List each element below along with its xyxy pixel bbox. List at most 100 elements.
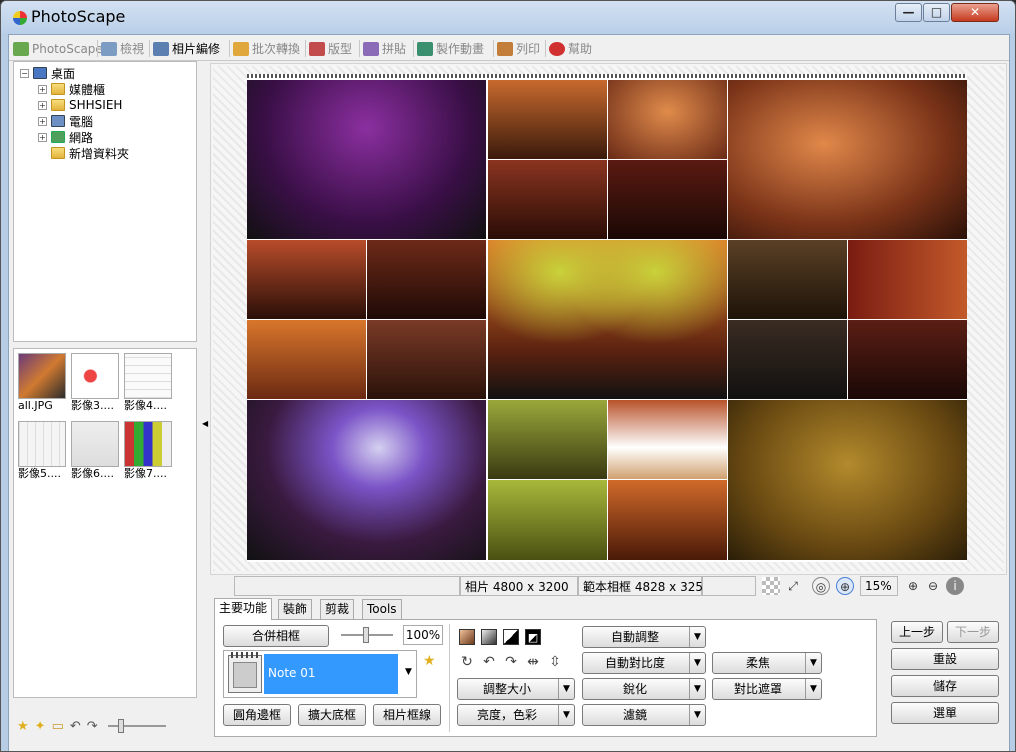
resize-dropdown[interactable]: 調整大小 ▼ xyxy=(457,678,575,700)
grayscale-icon[interactable] xyxy=(481,629,497,645)
round-corner-button[interactable]: 圓角邊框 xyxy=(223,704,291,726)
thumbnail-item[interactable]: 影像7.... xyxy=(124,421,174,483)
auto-contrast-dropdown[interactable]: 自動對比度 ▼ xyxy=(582,652,706,674)
expand-icon[interactable]: + xyxy=(38,100,47,110)
tab-animated-gif[interactable]: 製作動畫 xyxy=(417,38,484,59)
thumbnail-item[interactable]: all.JPG xyxy=(18,353,68,415)
chevron-down-icon: ▼ xyxy=(805,653,821,673)
soften-dropdown[interactable]: 柔焦 ▼ xyxy=(712,652,822,674)
thumbnail-item[interactable]: 影像5.... xyxy=(18,421,68,483)
brightness-color-dropdown[interactable]: 亮度，色彩 ▼ xyxy=(457,704,575,726)
collapse-arrow-icon[interactable]: ◀ xyxy=(202,419,208,428)
redo-icon[interactable]: ↷ xyxy=(87,719,98,734)
tab-combine[interactable]: 拼貼 xyxy=(363,38,406,59)
expand-icon[interactable]: + xyxy=(38,84,47,94)
tree-item-computer[interactable]: + 電腦 xyxy=(38,113,93,129)
soften-label: 柔焦 xyxy=(745,656,770,670)
subtab-home[interactable]: 主要功能 xyxy=(214,598,273,620)
network-icon xyxy=(51,131,65,143)
subtab-object[interactable]: 裝飾 xyxy=(278,599,313,619)
star-icon[interactable]: ★ xyxy=(17,719,29,734)
frame-size-slider[interactable] xyxy=(341,627,393,643)
rotate-options-icon[interactable]: ↻ xyxy=(459,654,475,670)
photo-frame-line-button[interactable]: 相片框線 xyxy=(373,704,441,726)
black-white-icon[interactable] xyxy=(503,629,519,645)
flip-vertical-icon[interactable]: ⇳ xyxy=(547,654,563,670)
save-button[interactable]: 儲存 xyxy=(891,675,999,697)
tree-item-label: 網路 xyxy=(69,130,94,145)
chevron-down-icon: ▼ xyxy=(558,679,574,699)
maximize-button[interactable]: □ xyxy=(923,3,950,22)
note-frame-spiral xyxy=(247,74,967,78)
undo-icon[interactable]: ↶ xyxy=(70,719,81,734)
sepia-icon[interactable] xyxy=(459,629,475,645)
photo-size: 相片 4800 x 3200 xyxy=(460,576,578,596)
undo-button[interactable]: 上一步 xyxy=(891,621,943,643)
tree-item-library[interactable]: + 媒體櫃 xyxy=(38,81,105,97)
checker-background-icon[interactable] xyxy=(762,577,780,595)
tree-item-new-folder[interactable]: 新增資料夾 xyxy=(51,145,129,161)
tab-label: 拼貼 xyxy=(382,42,407,56)
thumbnail-item[interactable]: 影像4.... xyxy=(124,353,174,415)
fit-screen-icon[interactable]: ⤢ xyxy=(784,577,802,595)
tab-editor[interactable]: 相片編修 xyxy=(153,38,220,59)
contrast-mask-dropdown[interactable]: 對比遮罩 ▼ xyxy=(712,678,822,700)
thumbnail-image xyxy=(71,353,119,399)
frame-selector[interactable]: Note 01 ▼ xyxy=(223,650,417,698)
favorite-star-icon[interactable]: ★ xyxy=(423,653,436,669)
reset-button[interactable]: 重設 xyxy=(891,648,999,670)
zoom-in-icon[interactable]: ⊕ xyxy=(904,577,922,595)
tree-root[interactable]: − 桌面 xyxy=(20,65,75,81)
sharpen-dropdown[interactable]: 銳化 ▼ xyxy=(582,678,706,700)
menu-button[interactable]: 選單 xyxy=(891,702,999,724)
redo-button[interactable]: 下一步 xyxy=(947,621,999,643)
filter-dropdown[interactable]: 濾鏡 ▼ xyxy=(582,704,706,726)
tab-print[interactable]: 列印 xyxy=(497,38,540,59)
collage-image[interactable] xyxy=(247,80,967,560)
auto-level-label: 自動調整 xyxy=(610,630,659,644)
chevron-down-icon[interactable]: ▼ xyxy=(405,667,412,677)
tree-item-network[interactable]: + 網路 xyxy=(38,129,93,145)
pane-splitter[interactable]: ◀ xyxy=(202,61,210,751)
canvas-area[interactable] xyxy=(210,63,1007,575)
minimize-button[interactable]: — xyxy=(895,3,922,22)
expand-icon[interactable]: + xyxy=(38,116,47,126)
close-button[interactable]: ✕ xyxy=(951,3,999,22)
thumbnail-item[interactable]: 影像6.... xyxy=(71,421,121,483)
home-panel: 合併相框 100% Note 01 ▼ ★ 圓角邊框 擴大底框 相片框線 ◩ ↻… xyxy=(214,619,877,737)
tab-help[interactable]: 幫助 xyxy=(549,38,592,59)
tree-item-label: 媒體櫃 xyxy=(69,82,106,97)
tab-page[interactable]: 版型 xyxy=(309,38,352,59)
expand-border-button[interactable]: 擴大底框 xyxy=(298,704,366,726)
edit-panel: 主要功能 裝飾 剪裁 Tools 合併相框 100% Note 01 ▼ ★ 圓… xyxy=(210,598,1007,751)
flip-horizontal-icon[interactable]: ⇹ xyxy=(525,654,541,670)
rotate-right-icon[interactable]: ↷ xyxy=(503,654,519,670)
collapse-icon[interactable]: − xyxy=(20,68,29,78)
auto-level-dropdown[interactable]: 自動調整 ▼ xyxy=(582,626,706,648)
frame-percent[interactable]: 100% xyxy=(403,625,443,645)
thumbnail-item[interactable]: 影像3.... xyxy=(71,353,121,415)
folder-tree: − 桌面 + 媒體櫃 + SHHSIEH + 電腦 + 網路 新增資料夾 xyxy=(13,61,197,342)
expand-icon[interactable]: + xyxy=(38,132,47,142)
tree-item-user[interactable]: + SHHSIEH xyxy=(38,97,122,113)
zoom-out-icon[interactable]: ⊖ xyxy=(924,577,942,595)
merge-frame-button[interactable]: 合併相框 xyxy=(223,625,329,647)
info-icon[interactable]: i xyxy=(946,577,964,595)
subtab-tools[interactable]: Tools xyxy=(362,599,402,619)
subtab-crop[interactable]: 剪裁 xyxy=(320,599,355,619)
thumbnail-size-slider[interactable] xyxy=(107,719,168,733)
zoom-level[interactable]: 15% xyxy=(860,576,898,596)
negative-icon[interactable]: ◩ xyxy=(525,629,541,645)
photoscape-logo-icon xyxy=(13,11,27,25)
folder-icon[interactable]: ▭ xyxy=(52,719,64,734)
rotate-left-icon[interactable]: ↶ xyxy=(481,654,497,670)
tab-label: 版型 xyxy=(328,42,353,56)
tab-batch[interactable]: 批次轉換 xyxy=(233,38,300,59)
fit-window-icon[interactable]: ⊕ xyxy=(836,577,854,595)
folder-icon xyxy=(51,147,65,159)
tab-label: 列印 xyxy=(516,42,541,56)
star-swap-icon[interactable]: ✦ xyxy=(35,719,46,734)
tab-photoscape[interactable]: PhotoScape xyxy=(13,38,103,59)
actual-size-icon[interactable]: ◎ xyxy=(812,577,830,595)
tab-viewer[interactable]: 檢視 xyxy=(101,38,144,59)
